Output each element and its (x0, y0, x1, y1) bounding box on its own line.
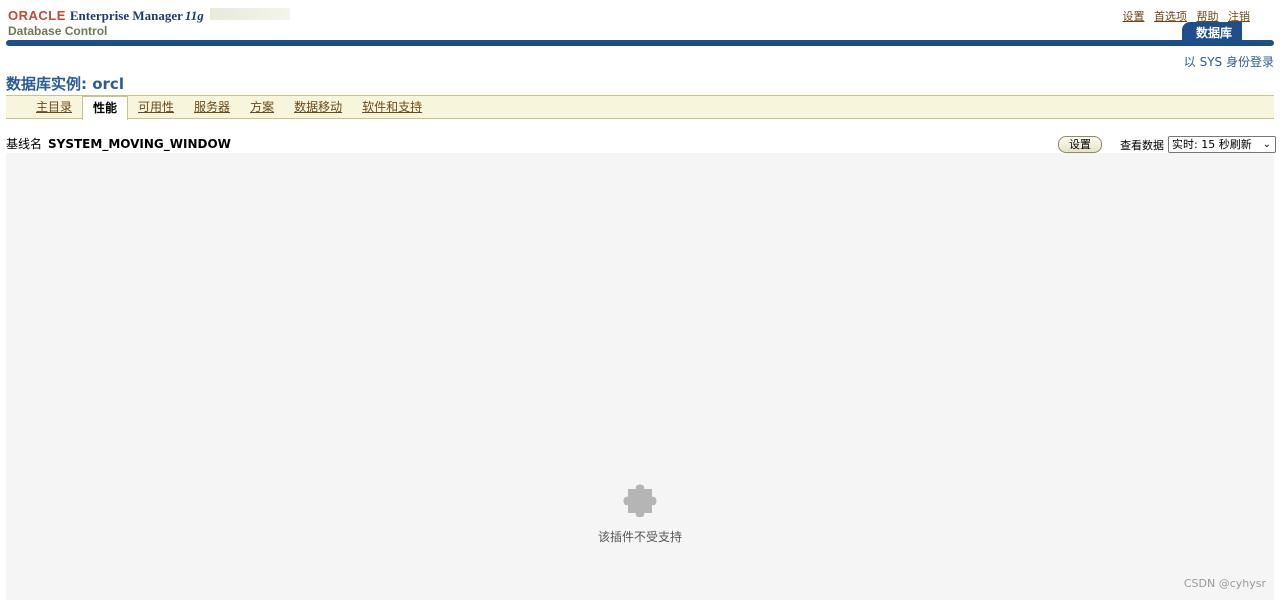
plugin-unsupported-message: 该插件不受支持 (597, 530, 682, 544)
tab-availability[interactable]: 可用性 (128, 96, 184, 118)
settings-button[interactable]: 设置 (1058, 136, 1102, 153)
tab-server[interactable]: 服务器 (184, 96, 240, 118)
brand-version: 11g (184, 8, 204, 23)
brand-decoration (209, 8, 290, 20)
watermark: CSDN @cyhysr (1183, 577, 1266, 590)
tab-data-movement[interactable]: 数据移动 (284, 96, 352, 118)
puzzle-piece-icon (623, 484, 657, 517)
sub-tab-bar: 主目录 性能 可用性 服务器 方案 数据移动 软件和支持 (6, 95, 1274, 120)
global-link-setup[interactable]: 设置 (1123, 10, 1145, 23)
page-title: 数据库实例: orcl (6, 75, 124, 93)
database-tab[interactable]: 数据库 (1181, 22, 1242, 40)
chevron-down-icon: ⌄ (1262, 139, 1271, 150)
brand-oracle: ORACLE (8, 8, 66, 23)
tab-software-support[interactable]: 软件和支持 (352, 96, 432, 118)
plugin-content-area: 该插件不受支持 (6, 153, 1274, 600)
baseline-value: SYSTEM_MOVING_WINDOW (48, 137, 231, 151)
global-link-preferences[interactable]: 首选项 (1154, 10, 1187, 23)
brand-product: Enterprise Manager (69, 8, 183, 23)
baseline-name: 基线名 SYSTEM_MOVING_WINDOW (6, 135, 231, 152)
brand-subtitle: Database Control (8, 24, 108, 38)
header-divider-bar (6, 40, 1274, 46)
oracle-brand-logo: ORACLE Enterprise Manager 11g Database C… (8, 8, 290, 40)
view-data-selected-value: 实时: 15 秒刷新 (1172, 138, 1252, 151)
tab-performance[interactable]: 性能 (82, 96, 129, 120)
baseline-label: 基线名 (6, 137, 43, 151)
tab-home[interactable]: 主目录 (26, 96, 82, 118)
login-as-label: 以 SYS 身份登录 (1183, 55, 1274, 69)
tab-schema[interactable]: 方案 (240, 96, 284, 118)
view-data-select[interactable]: 实时: 15 秒刷新 ⌄ (1168, 136, 1276, 153)
view-data-label: 查看数据 (1120, 139, 1164, 152)
